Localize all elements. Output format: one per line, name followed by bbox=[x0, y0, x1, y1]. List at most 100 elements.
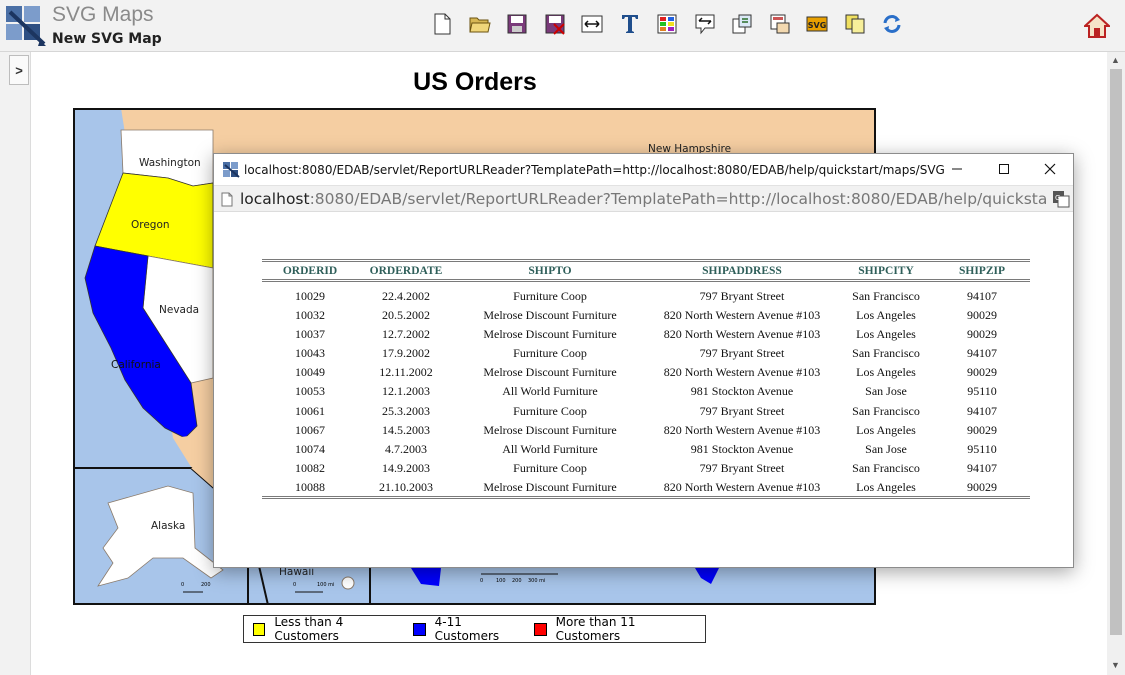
column-header: SHIPCITY bbox=[838, 259, 934, 282]
table-cell: Furniture Coop bbox=[513, 461, 587, 476]
table-cell: Furniture Coop bbox=[513, 345, 587, 360]
vertical-scrollbar[interactable]: ▲ ▼ bbox=[1107, 52, 1125, 675]
side-panel bbox=[0, 52, 31, 675]
toolbar: SVG bbox=[430, 12, 918, 38]
table-row: 10049 12.11.2002 Melrose Discount Furnitur… bbox=[262, 363, 1030, 382]
refresh-button[interactable] bbox=[880, 12, 904, 36]
column-header: SHIPZIP bbox=[934, 259, 1030, 282]
properties-button[interactable] bbox=[730, 12, 754, 36]
label-alaska: Alaska bbox=[151, 520, 185, 532]
hawaii-scale-1: 100 mi bbox=[317, 582, 334, 588]
table-cell: 10088 bbox=[295, 479, 325, 494]
table-cell: 4.7.2003 bbox=[385, 441, 427, 456]
resize-icon bbox=[581, 15, 603, 33]
text-button[interactable] bbox=[618, 12, 642, 36]
map-title: US Orders bbox=[413, 68, 537, 96]
drilldown-button[interactable] bbox=[693, 12, 717, 36]
table-cell: Melrose Discount Furniture bbox=[483, 326, 617, 341]
table-cell: 797 Bryant Street bbox=[699, 403, 785, 418]
export-button[interactable] bbox=[768, 12, 792, 36]
drilldown-popup-window: localhost:8080/EDAB/servlet/ReportURLRea… bbox=[213, 153, 1074, 568]
resize-button[interactable] bbox=[580, 12, 604, 36]
url-bar[interactable]: localhost:8080/EDAB/servlet/ReportURLRea… bbox=[214, 185, 1073, 212]
table-cell: 820 North Western Avenue #103 bbox=[663, 365, 821, 380]
legend-swatch-yellow bbox=[253, 622, 266, 636]
table-cell: Melrose Discount Furniture bbox=[483, 422, 617, 437]
scroll-down-icon[interactable]: ▼ bbox=[1111, 660, 1120, 670]
table-footer-rule bbox=[262, 495, 1030, 502]
table-cell: San Francisco bbox=[852, 461, 920, 476]
maximize-icon bbox=[999, 164, 1009, 174]
table-row: 10043 17.9.2002 Furniture Coop 797 Bryant S… bbox=[262, 344, 1030, 363]
popup-titlebar[interactable]: localhost:8080/EDAB/servlet/ReportURLRea… bbox=[214, 154, 1073, 185]
main-scale-1: 100 bbox=[496, 578, 506, 584]
new-map-button[interactable] bbox=[430, 12, 454, 36]
drilldown-icon bbox=[695, 14, 714, 35]
table-cell: 797 Bryant Street bbox=[699, 289, 785, 304]
table-cell: 20.5.2002 bbox=[382, 307, 430, 322]
maximize-button[interactable] bbox=[981, 154, 1027, 184]
table-cell: Furniture Coop bbox=[513, 403, 587, 418]
table-row: 10037 12.7.2002 Melrose Discount Furniture… bbox=[262, 325, 1030, 344]
table-row: 10088 21.10.2003 Melrose Discount Furnitur… bbox=[262, 478, 1030, 497]
svg-text:G: G bbox=[1055, 194, 1060, 202]
close-button[interactable] bbox=[1027, 154, 1073, 184]
minimize-button[interactable] bbox=[934, 154, 980, 184]
legend-item: More than 11 Customers bbox=[534, 615, 695, 643]
table-cell: 10074 bbox=[295, 441, 325, 456]
app-logo-icon bbox=[6, 6, 46, 46]
table-cell: 94107 bbox=[967, 345, 997, 360]
table-cell: San Jose bbox=[865, 441, 907, 456]
table-cell: Los Angeles bbox=[856, 307, 916, 322]
table-cell: 10067 bbox=[295, 422, 325, 437]
close-icon bbox=[1044, 163, 1056, 175]
legend-item: Less than 4 Customers bbox=[253, 615, 403, 643]
page-icon bbox=[221, 192, 233, 207]
color-button[interactable] bbox=[655, 12, 679, 36]
table-row: 10061 25.3.2003 Furniture Coop 797 Bryant S… bbox=[262, 401, 1030, 420]
table-cell: 12.7.2002 bbox=[382, 326, 430, 341]
table-cell: Melrose Discount Furniture bbox=[483, 479, 617, 494]
hawaii-island[interactable] bbox=[341, 576, 355, 590]
url-text[interactable]: localhost:8080/EDAB/servlet/ReportURLRea… bbox=[240, 190, 1046, 208]
open-folder-icon bbox=[468, 17, 491, 33]
scroll-up-icon[interactable]: ▲ bbox=[1111, 55, 1120, 65]
table-cell: 10029 bbox=[295, 289, 325, 304]
table-cell: 981 Stockton Avenue bbox=[690, 384, 794, 399]
copy-button[interactable] bbox=[843, 12, 867, 36]
scrollbar-thumb[interactable] bbox=[1110, 69, 1122, 635]
save-as-button[interactable] bbox=[543, 12, 567, 36]
svg-export-button[interactable]: SVG bbox=[805, 12, 829, 36]
table-cell: 94107 bbox=[967, 461, 997, 476]
table-row: 10067 14.5.2003 Melrose Discount Furniture… bbox=[262, 421, 1030, 440]
table-cell: Los Angeles bbox=[856, 365, 916, 380]
column-header: ORDERID bbox=[262, 259, 358, 282]
table-cell: 10053 bbox=[295, 384, 325, 399]
table-row: 10082 14.9.2003 Furniture Coop 797 Bryant S… bbox=[262, 459, 1030, 478]
text-icon bbox=[621, 15, 638, 33]
orders-table-body: 10029 22.4.2002 Furniture Coop 797 Bryant S… bbox=[262, 281, 1030, 498]
open-button[interactable] bbox=[468, 12, 492, 36]
column-header: ORDERDATE bbox=[358, 259, 454, 282]
color-grid-icon bbox=[657, 14, 677, 34]
table-cell: 14.9.2003 bbox=[382, 461, 430, 476]
home-icon[interactable] bbox=[1084, 13, 1110, 39]
table-cell: Melrose Discount Furniture bbox=[483, 307, 617, 322]
table-cell: 10032 bbox=[295, 307, 325, 322]
main-scale-0: 0 bbox=[480, 578, 483, 584]
legend-swatch-blue bbox=[413, 622, 426, 636]
legend-label: More than 11 Customers bbox=[555, 615, 636, 643]
translate-icon[interactable]: G bbox=[1052, 190, 1070, 208]
copy-icon bbox=[845, 14, 864, 34]
map-name: New SVG Map bbox=[52, 31, 162, 47]
table-cell: 90029 bbox=[967, 422, 997, 437]
label-oregon: Oregon bbox=[131, 219, 170, 231]
table-cell: 94107 bbox=[967, 289, 997, 304]
alaska-scale-1: 200 bbox=[201, 582, 211, 588]
table-cell: 10049 bbox=[295, 365, 325, 380]
legend-swatch-red bbox=[534, 622, 547, 636]
save-button[interactable] bbox=[505, 12, 529, 36]
label-nevada: Nevada bbox=[159, 304, 199, 316]
table-cell: Los Angeles bbox=[856, 422, 916, 437]
label-california: California bbox=[111, 359, 161, 371]
